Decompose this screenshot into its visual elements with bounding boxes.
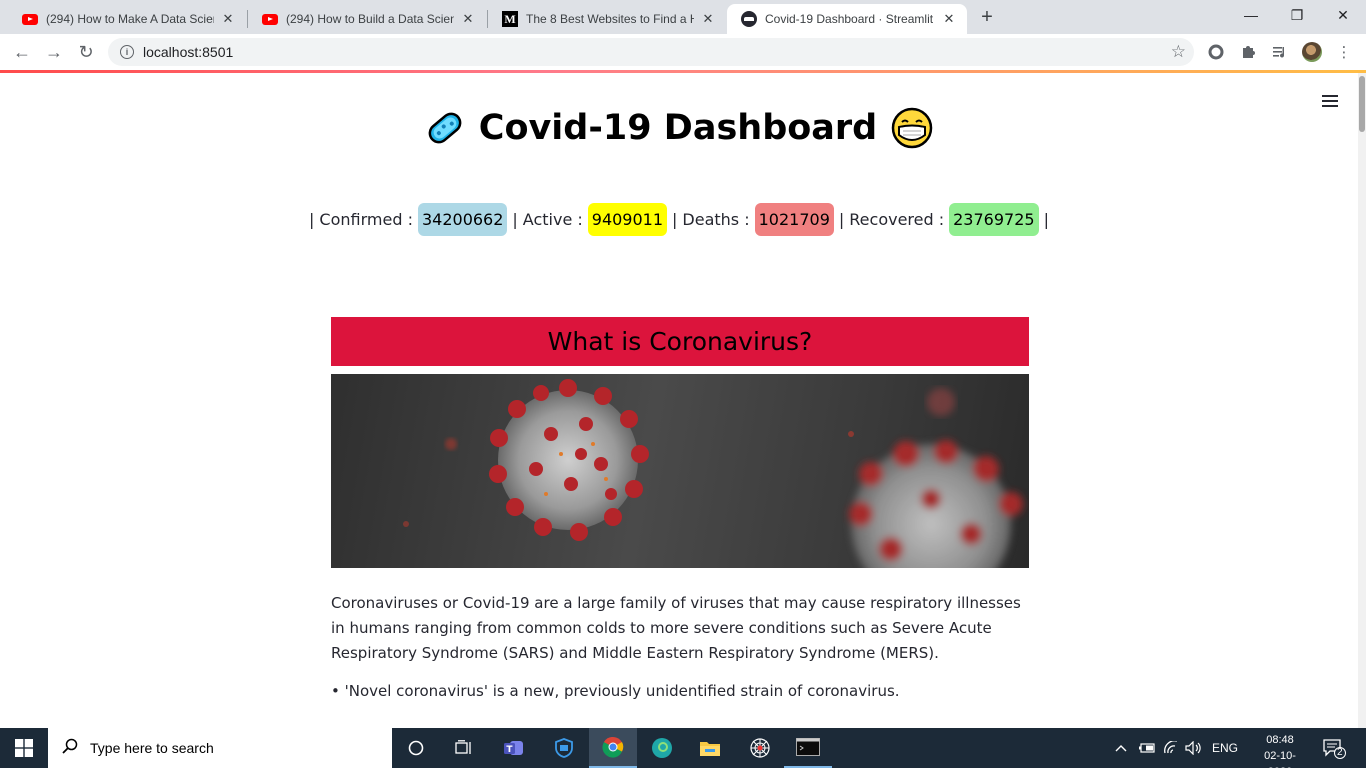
browser-tab-1[interactable]: (294) How to Make A Data Scienc ✕	[8, 4, 246, 34]
terminal-icon[interactable]	[784, 728, 832, 768]
stats-bar: | Confirmed : 34200662 | Active : 940901…	[0, 203, 1358, 236]
edge-browser-icon[interactable]	[638, 728, 686, 768]
separator: |	[309, 210, 315, 229]
tab-title: (294) How to Make A Data Scienc	[46, 12, 214, 26]
browser-toolbar: ← → ↻ i localhost:8501 ☆ ⋮	[0, 34, 1366, 70]
tab-title: The 8 Best Websites to Find a Ha	[526, 12, 694, 26]
windows-start-icon[interactable]	[0, 728, 48, 768]
volume-icon[interactable]	[1185, 728, 1203, 768]
active-label: Active :	[522, 210, 583, 229]
clock-time: 08:48	[1266, 734, 1294, 746]
menu-dots-icon[interactable]: ⋮	[1334, 42, 1354, 62]
media-control-icon[interactable]	[1270, 42, 1290, 62]
clock-date: 02-10-2020	[1264, 750, 1296, 778]
minimize-button[interactable]: —	[1228, 0, 1274, 30]
deaths-label: Deaths :	[682, 210, 750, 229]
notification-count-badge: 2	[1337, 747, 1343, 758]
page-scrollbar[interactable]	[1358, 73, 1366, 728]
input-language[interactable]: ENG	[1212, 728, 1238, 768]
task-view-icon[interactable]	[440, 728, 488, 768]
extensions-puzzle-icon[interactable]	[1238, 42, 1258, 62]
streamlit-icon	[741, 11, 757, 27]
restore-button[interactable]: ❐	[1274, 0, 1320, 30]
scrollbar-thumb[interactable]	[1359, 76, 1365, 132]
svg-text:T: T	[506, 745, 513, 755]
microbe-emoji-icon	[428, 112, 462, 144]
description-paragraph: Coronaviruses or Covid-19 are a large fa…	[331, 594, 1021, 662]
show-hidden-icons-icon[interactable]	[1114, 728, 1128, 768]
url-text[interactable]: localhost:8501	[143, 44, 233, 60]
browser-tab-2[interactable]: (294) How to Build a Data Scienc ✕	[248, 4, 486, 34]
address-bar[interactable]: i localhost:8501 ☆	[108, 38, 1194, 66]
cortana-icon[interactable]	[392, 728, 440, 768]
spider-app-icon[interactable]	[736, 728, 784, 768]
youtube-icon	[22, 13, 38, 25]
browser-tab-strip: (294) How to Make A Data Scienc ✕ (294) …	[0, 0, 1366, 34]
hamburger-menu-icon[interactable]	[1322, 95, 1338, 107]
reload-icon[interactable]: ↻	[74, 40, 98, 64]
extension-circle-icon[interactable]	[1206, 42, 1226, 62]
page-title: Covid-19 Dashboard	[0, 107, 1358, 149]
file-explorer-icon[interactable]	[686, 728, 734, 768]
deaths-count-badge: 1021709	[754, 203, 834, 236]
new-tab-button[interactable]: +	[976, 7, 998, 29]
tab-title: Covid-19 Dashboard · Streamlit	[765, 12, 934, 26]
youtube-icon	[262, 13, 278, 25]
separator: |	[672, 210, 678, 229]
taskbar-search-box[interactable]: Type here to search	[48, 728, 392, 768]
forward-arrow-icon[interactable]: →	[42, 40, 66, 64]
back-arrow-icon[interactable]: ←	[10, 40, 34, 64]
windows-security-icon[interactable]	[540, 728, 588, 768]
action-center-icon[interactable]: 2	[1322, 728, 1346, 768]
confirmed-count-badge: 34200662	[417, 203, 508, 236]
browser-tab-active[interactable]: Covid-19 Dashboard · Streamlit ✕	[727, 4, 967, 34]
medium-icon: M	[502, 11, 518, 27]
wifi-icon[interactable]	[1163, 728, 1179, 768]
recovered-label: Recovered :	[849, 210, 945, 229]
search-placeholder: Type here to search	[90, 740, 214, 756]
bookmark-star-icon[interactable]: ☆	[1171, 42, 1186, 62]
chrome-taskbar-icon[interactable]	[589, 728, 637, 768]
page-title-text: Covid-19 Dashboard	[478, 108, 878, 148]
info-icon[interactable]: i	[120, 45, 134, 59]
tab-title: (294) How to Build a Data Scienc	[286, 12, 454, 26]
windows-taskbar: Type here to search T ENG 08:48 02-10-20…	[0, 728, 1366, 778]
bullet-point: • 'Novel coronavirus' is a new, previous…	[331, 682, 900, 700]
close-window-button[interactable]: ✕	[1320, 0, 1366, 30]
system-clock[interactable]: 08:48 02-10-2020	[1252, 732, 1308, 780]
active-count-badge: 9409011	[587, 203, 668, 236]
streamlit-page: Covid-19 Dashboard | Confirmed : 3420066…	[0, 73, 1358, 728]
close-tab-icon[interactable]: ✕	[220, 11, 236, 27]
profile-avatar[interactable]	[1302, 42, 1322, 62]
separator: |	[838, 210, 845, 229]
close-tab-icon[interactable]: ✕	[941, 11, 957, 27]
close-tab-icon[interactable]: ✕	[460, 11, 476, 27]
face-with-mask-emoji-icon	[891, 107, 933, 149]
coronavirus-image	[331, 374, 1029, 568]
section-banner: What is Coronavirus?	[331, 317, 1029, 366]
search-icon	[62, 738, 78, 759]
separator: |	[512, 210, 518, 229]
browser-tab-3[interactable]: M The 8 Best Websites to Find a Ha ✕	[488, 4, 726, 34]
battery-icon[interactable]	[1138, 728, 1156, 768]
microsoft-teams-icon[interactable]: T	[490, 728, 538, 768]
close-tab-icon[interactable]: ✕	[700, 11, 716, 27]
confirmed-label: Confirmed :	[319, 210, 413, 229]
recovered-count-badge: 23769725	[949, 203, 1039, 236]
separator: |	[1043, 210, 1049, 229]
